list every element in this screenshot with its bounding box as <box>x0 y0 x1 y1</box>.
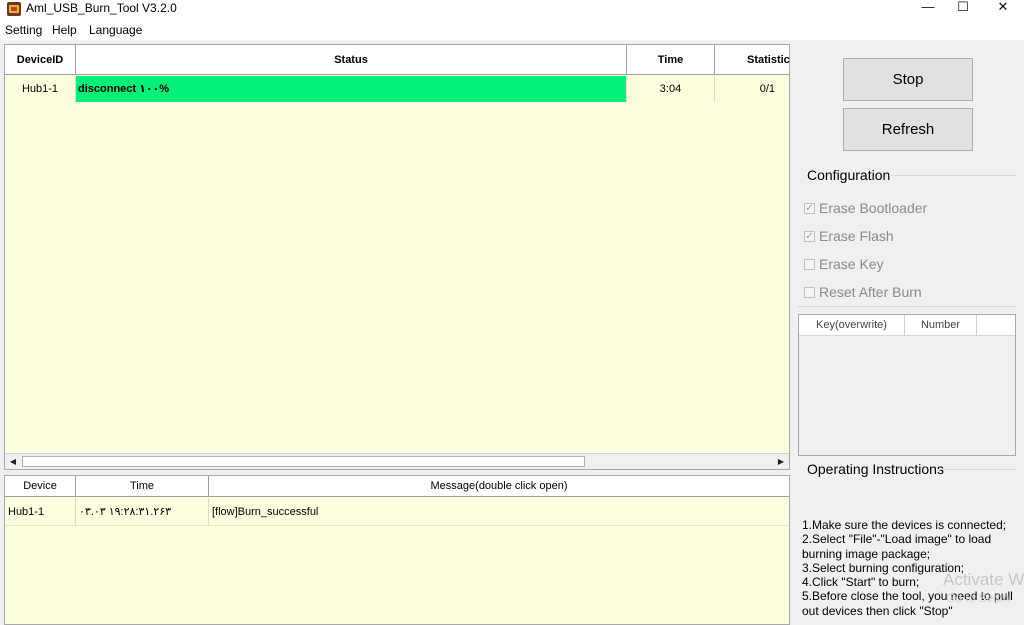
instructions-title: Operating Instructions <box>807 461 944 477</box>
column-header-time[interactable]: Time <box>627 45 715 75</box>
column-header-empty <box>977 315 1015 336</box>
stop-button[interactable]: Stop <box>843 58 973 101</box>
window-title: Aml_USB_Burn_Tool V3.2.0 <box>26 1 177 15</box>
column-header-deviceid[interactable]: DeviceID <box>5 45 76 75</box>
checkbox-checked-icon: ✓ <box>804 231 815 242</box>
table-row-status[interactable]: disconnect ۱۰۰% <box>76 76 627 102</box>
group-divider <box>798 306 1016 307</box>
menu-bar: Setting Help Language <box>0 20 1024 40</box>
log-row-device[interactable]: Hub1-1 <box>5 498 76 526</box>
column-header-key[interactable]: Key(overwrite) <box>799 315 905 336</box>
log-table[interactable]: Device Time Message(double click open) H… <box>4 475 790 625</box>
close-icon[interactable]: ✕ <box>983 0 1023 16</box>
log-row-message[interactable]: [flow]Burn_successful <box>209 498 789 526</box>
column-header-device[interactable]: Device <box>5 476 76 497</box>
maximize-icon[interactable]: ☐ <box>943 0 983 16</box>
group-divider <box>889 175 1016 176</box>
activation-watermark: Activate W <box>943 570 1024 589</box>
minimize-icon[interactable]: — <box>908 0 948 16</box>
scroll-right-icon[interactable]: ▶ <box>773 454 789 469</box>
activation-watermark-subtitle: Go to Settin <box>946 591 1010 605</box>
scrollbar-thumb[interactable] <box>22 456 585 467</box>
column-header-message[interactable]: Message(double click open) <box>209 476 789 497</box>
column-header-status[interactable]: Status <box>76 45 627 75</box>
menu-help[interactable]: Help <box>52 23 77 37</box>
menu-language[interactable]: Language <box>89 23 142 37</box>
title-bar: Aml_USB_Burn_Tool V3.2.0 — ☐ ✕ <box>0 0 1024 20</box>
horizontal-scrollbar[interactable]: ◀ ▶ <box>5 453 789 469</box>
instruction-line: 2.Select "File"-"Load image" to load bur… <box>802 532 992 561</box>
checkbox-checked-icon: ✓ <box>804 203 815 214</box>
configuration-title: Configuration <box>807 167 891 183</box>
app-icon <box>7 2 21 16</box>
log-row-time[interactable]: ۰۳.۰۳ ۱۹:۲۸:۳۱.۲۶۳ <box>76 498 209 526</box>
table-row-device-id[interactable]: Hub1-1 <box>5 76 76 102</box>
column-header-log-time[interactable]: Time <box>76 476 209 497</box>
column-header-number[interactable]: Number <box>905 315 977 336</box>
scroll-left-icon[interactable]: ◀ <box>5 454 21 469</box>
refresh-button[interactable]: Refresh <box>843 108 973 151</box>
checkbox-unchecked-icon <box>804 287 815 298</box>
column-header-statistic[interactable]: Statistic <box>715 45 790 75</box>
table-row-time[interactable]: 3:04 <box>627 76 715 102</box>
checkbox-unchecked-icon <box>804 259 815 270</box>
table-row-statistic[interactable]: 0/1 <box>715 76 789 102</box>
device-table[interactable]: DeviceID Status Time Statistic Hub1-1 di… <box>4 44 790 470</box>
key-table[interactable]: Key(overwrite) Number <box>798 314 1016 456</box>
group-divider <box>938 469 1016 470</box>
menu-setting[interactable]: Setting <box>5 23 42 37</box>
instruction-line: 1.Make sure the devices is connected; <box>802 518 1007 532</box>
